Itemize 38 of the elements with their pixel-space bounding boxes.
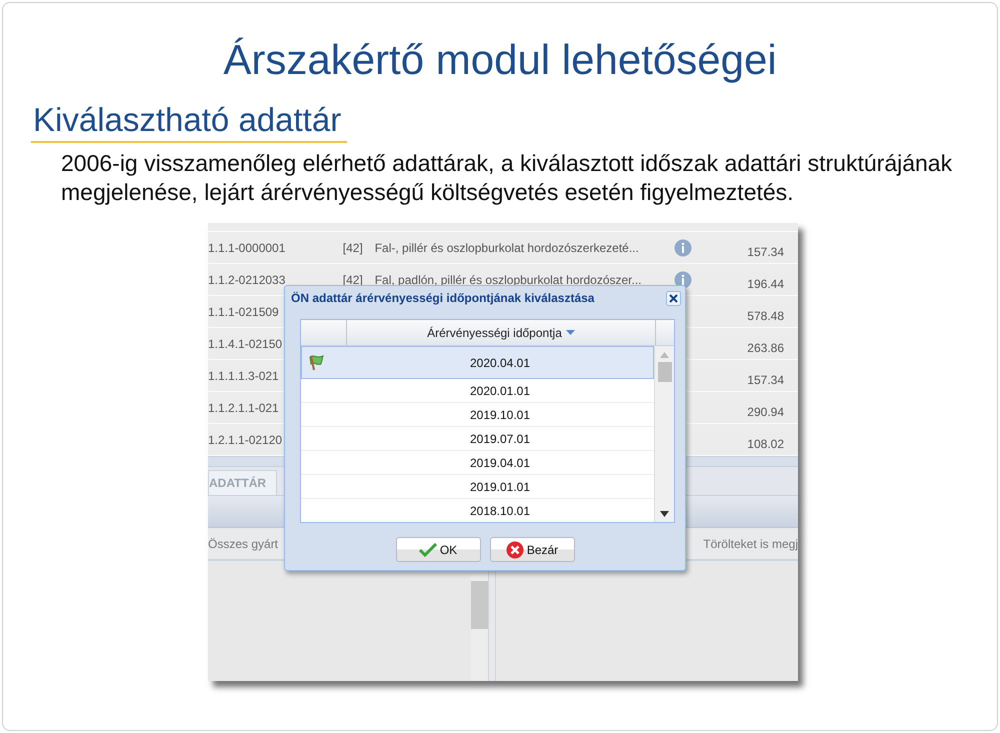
item-code: 1.1.2.1.1-021 — [208, 400, 280, 414]
close-button[interactable]: Bezár — [490, 537, 574, 562]
slide-title: Árszakértő modul lehetőségei — [222, 36, 778, 84]
flag-icon — [308, 354, 326, 371]
item-price: 263.86 — [746, 340, 785, 354]
item-description: Fal, padlón, pillér és oszlopburkolat hordozószer... — [374, 272, 643, 286]
item-code: 1.1.1.1.3-021 — [208, 368, 280, 382]
sort-arrow-icon — [566, 330, 575, 335]
checkmark-icon — [418, 542, 437, 556]
filter-label: Összes gyárt — [208, 536, 278, 550]
scrollbar[interactable] — [471, 575, 488, 681]
filter-label: Törölteket is megj — [703, 536, 798, 550]
section-heading: Kiválasztható adattár — [31, 101, 348, 143]
scroll-down-icon[interactable] — [660, 511, 669, 517]
item-price: 196.44 — [746, 276, 785, 290]
item-price: 578.48 — [746, 308, 785, 322]
item-price: 108.02 — [746, 436, 785, 450]
item-code: 1.1.2-0212033 — [208, 272, 286, 286]
item-price: 157.34 — [746, 372, 785, 386]
item-code: 1.1.1-021509 — [208, 304, 280, 318]
scroll-up-icon[interactable] — [660, 352, 669, 358]
item-description: Fal-, pillér és oszlopburkolat hordozószerkezeté... — [374, 240, 640, 254]
item-code: 1.2.1.1-02120 — [208, 432, 284, 446]
item-price: 290.94 — [746, 404, 785, 418]
item-code: 1.1.4.1-02150 — [208, 336, 284, 350]
scrollbar-thumb[interactable] — [471, 581, 488, 629]
item-price: 157.34 — [746, 244, 785, 258]
info-icon[interactable] — [674, 238, 692, 256]
scrollbar[interactable] — [654, 346, 674, 522]
item-code: 1.1.1-0000001 — [208, 240, 286, 254]
group-code: [42] — [342, 240, 364, 254]
close-icon[interactable] — [666, 290, 681, 306]
scrollbar-thumb[interactable] — [658, 362, 672, 382]
date-row[interactable]: 2020.04.01 — [301, 346, 654, 379]
ok-button[interactable]: OK — [396, 537, 480, 562]
close-icon — [506, 540, 524, 558]
description-text: 2006-ig visszamenőleg elérhető adattárak, a kiválasztott időszak adattári struktúrájának megjelenése, lejárt árérvényességű költségvetés esetén figyelmeztetés. — [61, 149, 954, 207]
table-row[interactable]: 1.1.1-0000001 [42] Fal-, pillér és oszlopburkolat hordozószerkezeté... 157.34 — [208, 232, 798, 264]
